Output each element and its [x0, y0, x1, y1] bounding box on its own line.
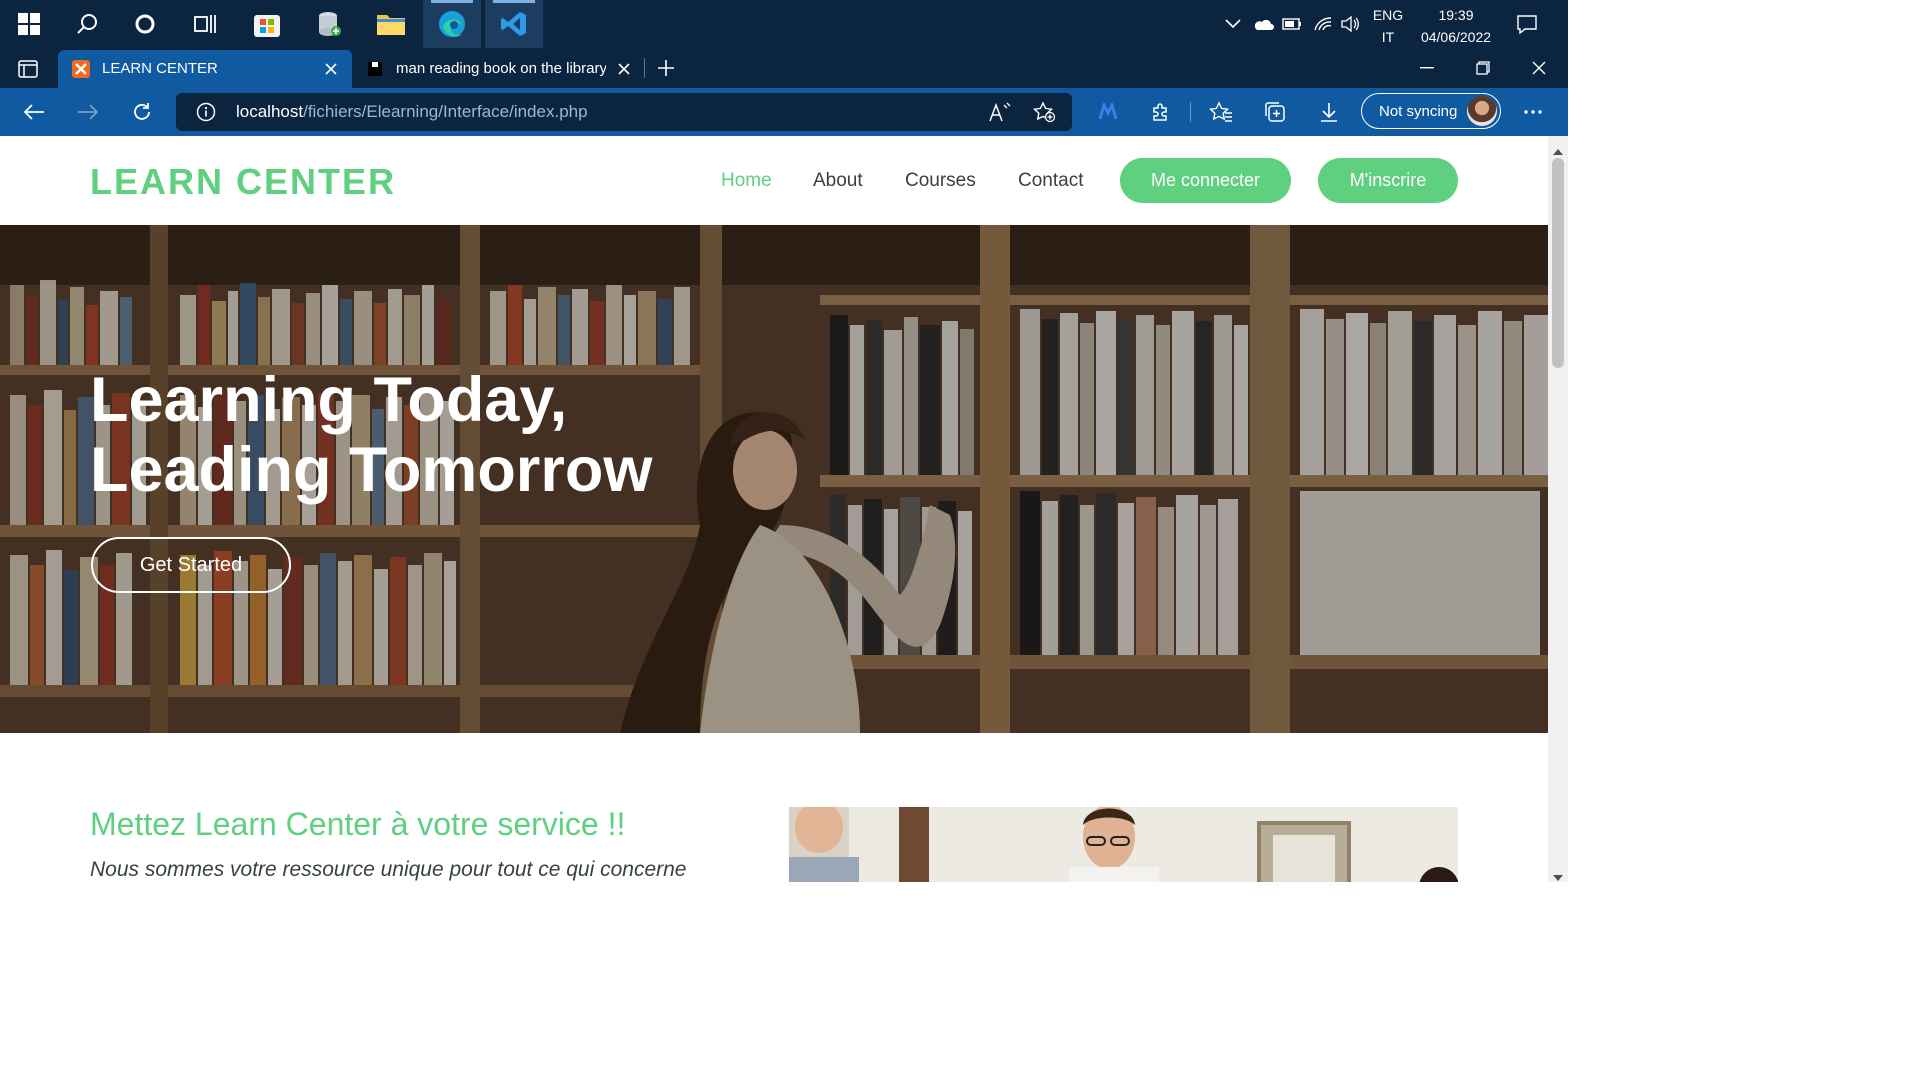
unsplash-favicon-icon: [366, 60, 384, 78]
notifications-icon[interactable]: [1512, 0, 1542, 48]
file-explorer-icon[interactable]: [362, 0, 420, 48]
back-icon[interactable]: [16, 94, 52, 130]
about-title: Mettez Learn Center à votre service !!: [90, 806, 626, 842]
avatar: [1467, 96, 1497, 126]
page-scrollbar[interactable]: [1548, 136, 1568, 882]
about-subtitle: Nous sommes votre ressource unique pour …: [90, 858, 687, 881]
close-tab-icon[interactable]: [611, 56, 637, 82]
clock[interactable]: 19:39 04/06/2022: [1414, 4, 1498, 48]
nav-about[interactable]: About: [813, 170, 863, 192]
tab-divider: [644, 58, 645, 78]
language-code: ENG: [1372, 7, 1404, 23]
browser-essentials-icon[interactable]: [1090, 94, 1126, 130]
close-window-icon[interactable]: [1511, 48, 1567, 88]
get-started-button[interactable]: Get Started: [91, 537, 291, 593]
nav-courses[interactable]: Courses: [905, 170, 976, 192]
chevron-up-icon[interactable]: [1222, 0, 1244, 48]
hero-title-line2: Leading Tomorrow: [90, 435, 653, 505]
tab-man-reading-book[interactable]: man reading book on the library: [352, 50, 642, 88]
browser-toolbar: localhost/fichiers/Elearning/Interface/i…: [0, 88, 1568, 136]
downloads-icon[interactable]: [1311, 94, 1347, 130]
cortana-icon[interactable]: [116, 0, 174, 48]
hero-section: Learning Today, Leading Tomorrow Get Sta…: [0, 225, 1548, 733]
signup-button[interactable]: M'inscrire: [1318, 158, 1458, 203]
database-app-icon[interactable]: [300, 0, 358, 48]
search-icon[interactable]: [58, 0, 116, 48]
nav-home[interactable]: Home: [721, 170, 772, 192]
new-tab-icon[interactable]: [652, 54, 680, 82]
sync-status-label: Not syncing: [1379, 103, 1458, 120]
keyboard-layout: IT: [1381, 29, 1395, 45]
site-info-icon[interactable]: [196, 102, 216, 127]
collections-icon[interactable]: [1257, 94, 1293, 130]
microsoft-store-icon[interactable]: [238, 0, 296, 48]
scrollbar-thumb[interactable]: [1552, 158, 1564, 368]
windows-taskbar: ENG IT 19:39 04/06/2022: [0, 0, 1568, 48]
browser-tab-strip: LEARN CENTER man reading book on the lib…: [0, 48, 1568, 88]
site-header: LEARN CENTER Home About Courses Contact …: [0, 136, 1548, 225]
wifi-icon[interactable]: [1310, 0, 1336, 48]
address-bar[interactable]: localhost/fichiers/Elearning/Interface/i…: [176, 93, 1072, 131]
url-path: /fichiers/Elearning/Interface/index.php: [303, 102, 588, 121]
more-options-icon[interactable]: [1515, 94, 1551, 130]
sync-profile-button[interactable]: Not syncing: [1361, 93, 1501, 129]
onedrive-icon[interactable]: [1250, 0, 1276, 48]
tab-title: man reading book on the library: [396, 60, 606, 77]
refresh-icon[interactable]: [124, 94, 160, 130]
battery-icon[interactable]: [1280, 0, 1304, 48]
clock-date: 04/06/2022: [1420, 29, 1492, 45]
login-button[interactable]: Me connecter: [1120, 158, 1291, 203]
hero-title-line1: Learning Today,: [90, 365, 568, 435]
clock-time: 19:39: [1438, 7, 1474, 23]
edge-icon[interactable]: [423, 0, 481, 48]
xampp-favicon-icon: [72, 60, 90, 78]
tab-title: LEARN CENTER: [102, 60, 218, 77]
favorites-icon[interactable]: [1203, 94, 1239, 130]
tab-learn-center[interactable]: LEARN CENTER: [58, 50, 352, 88]
site-logo[interactable]: LEARN CENTER: [90, 161, 396, 203]
extensions-icon[interactable]: [1143, 94, 1179, 130]
url-host: localhost: [236, 102, 304, 121]
language-indicator[interactable]: ENG IT: [1372, 4, 1404, 48]
minimize-icon[interactable]: [1399, 48, 1455, 88]
add-favorite-icon[interactable]: [1032, 101, 1056, 128]
task-view-icon[interactable]: [176, 0, 234, 48]
volume-icon[interactable]: [1338, 0, 1362, 48]
vscode-icon[interactable]: [485, 0, 543, 48]
tab-actions-icon[interactable]: [10, 54, 46, 84]
forward-icon[interactable]: [70, 94, 106, 130]
about-photo: [789, 807, 1458, 882]
close-tab-icon[interactable]: [318, 56, 344, 82]
people-photo-image: [789, 807, 1458, 882]
read-aloud-icon[interactable]: [988, 101, 1012, 128]
nav-contact[interactable]: Contact: [1018, 170, 1083, 192]
web-page: LEARN CENTER Home About Courses Contact …: [0, 136, 1548, 882]
restore-icon[interactable]: [1455, 48, 1511, 88]
toolbar-divider: [1190, 102, 1191, 122]
hero-title: Learning Today, Leading Tomorrow: [90, 365, 790, 505]
windows-start-icon[interactable]: [0, 0, 58, 48]
url-text: localhost/fichiers/Elearning/Interface/i…: [236, 102, 588, 122]
scroll-down-icon[interactable]: [1553, 868, 1563, 886]
